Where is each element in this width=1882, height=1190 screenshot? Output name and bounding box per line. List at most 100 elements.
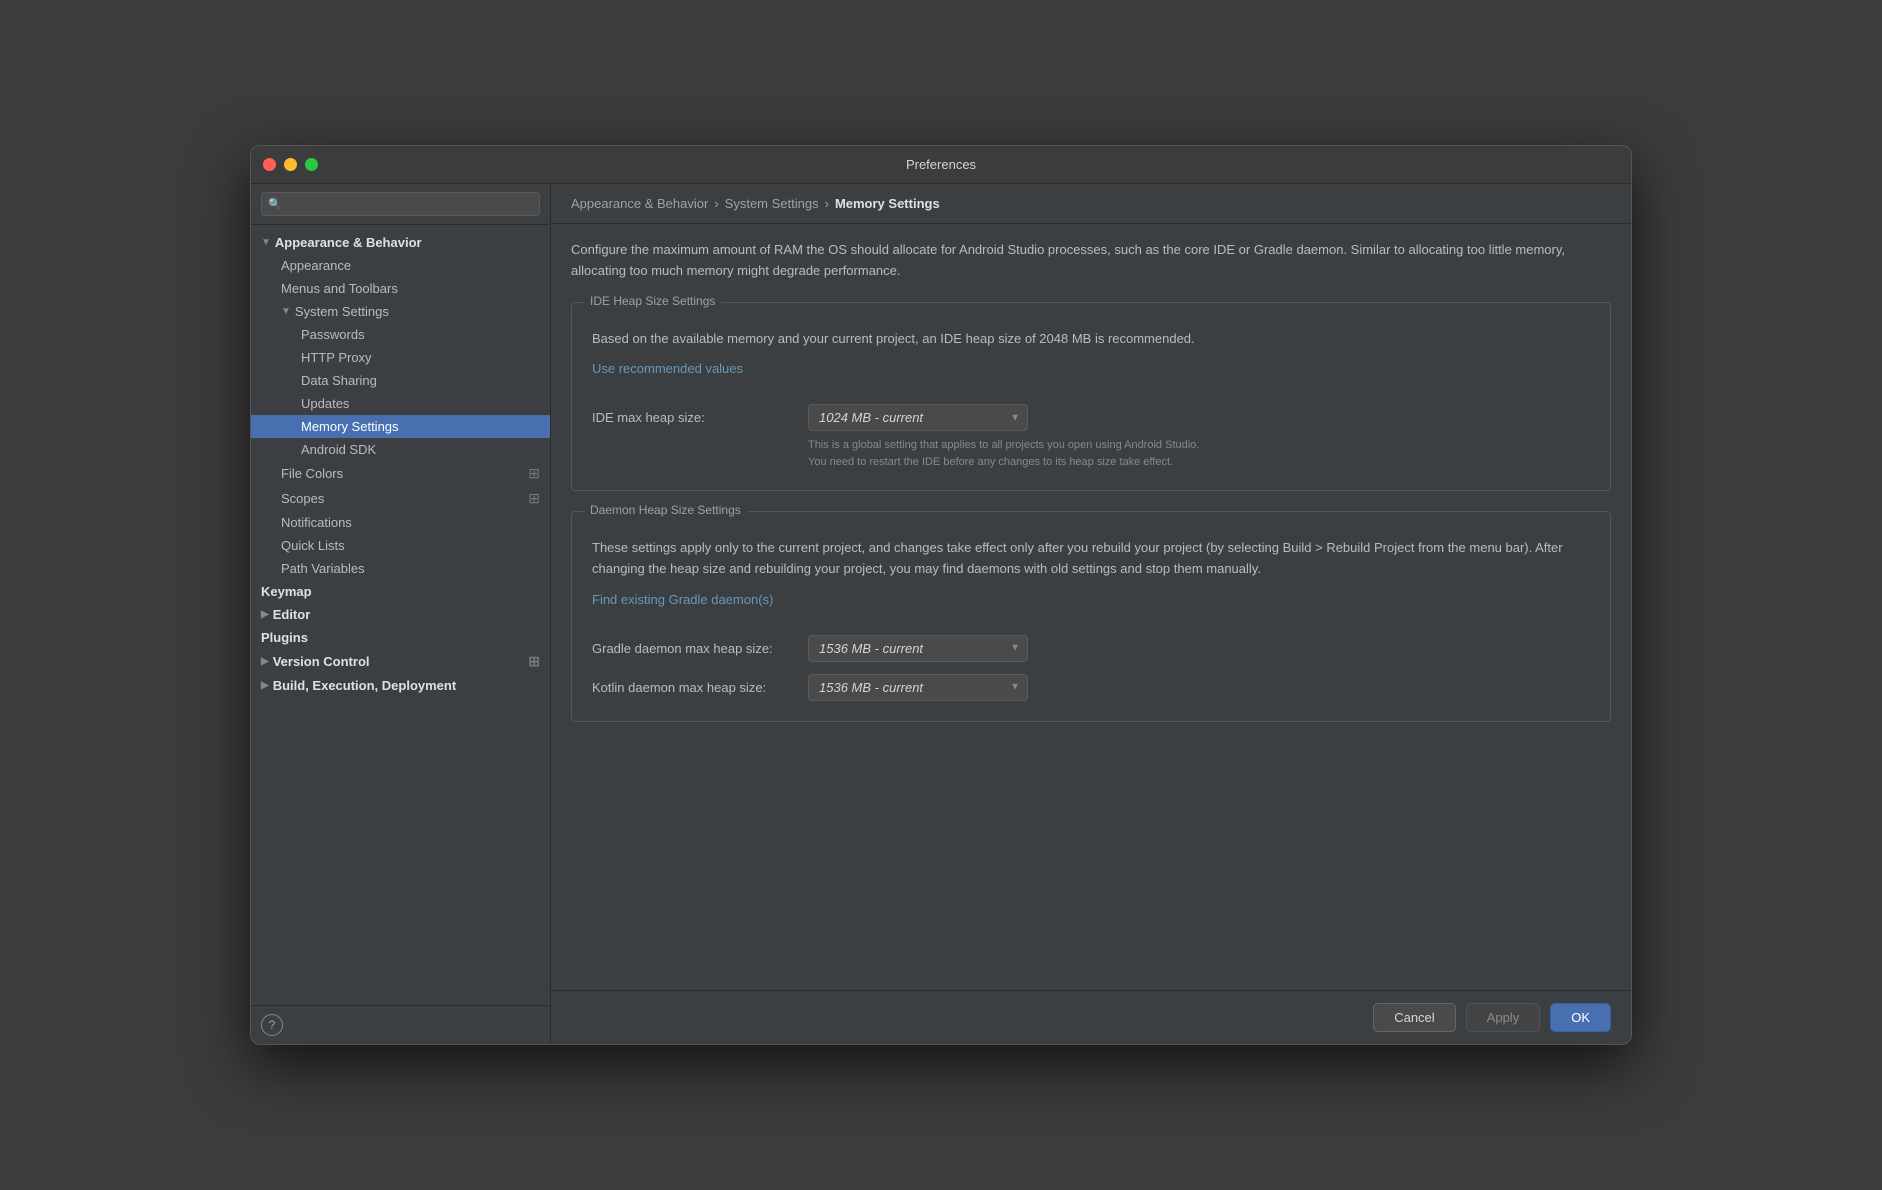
arrow-icon: ▼ — [281, 306, 291, 317]
kotlin-max-heap-select-wrapper: 750 MB 1024 MB 1536 MB - current 2048 MB… — [808, 674, 1028, 701]
kotlin-max-heap-select[interactable]: 750 MB 1024 MB 1536 MB - current 2048 MB… — [808, 674, 1028, 701]
nav-tree: ▼ Appearance & Behavior Appearance Menus… — [251, 225, 550, 1005]
preferences-window: Preferences 🔍 ▼ Appearance & Behavior Ap… — [250, 145, 1632, 1045]
sidebar-item-version-control[interactable]: ▶ Version Control ⊞ — [251, 649, 550, 674]
content-area: Configure the maximum amount of RAM the … — [551, 224, 1631, 990]
ok-button[interactable]: OK — [1550, 1003, 1611, 1032]
sidebar-item-notifications[interactable]: Notifications — [251, 511, 550, 534]
use-recommended-link[interactable]: Use recommended values — [592, 361, 743, 376]
sidebar-item-build-execution-deployment[interactable]: ▶ Build, Execution, Deployment — [251, 674, 550, 697]
sidebar-item-label: Plugins — [261, 630, 308, 645]
ide-heap-section-title: IDE Heap Size Settings — [584, 294, 721, 308]
breadcrumb-sep2: › — [825, 196, 829, 211]
sidebar-item-label: File Colors — [281, 466, 343, 481]
sidebar-item-editor[interactable]: ▶ Editor — [251, 603, 550, 626]
sidebar-item-keymap[interactable]: Keymap — [251, 580, 550, 603]
arrow-icon: ▶ — [261, 609, 269, 620]
sidebar-item-memory-settings[interactable]: Memory Settings — [251, 415, 550, 438]
sidebar-item-label: Version Control — [273, 654, 370, 669]
sidebar-item-label: Notifications — [281, 515, 352, 530]
settings-icon: ⊞ — [528, 653, 540, 670]
sidebar-item-label: Editor — [273, 607, 311, 622]
sidebar-item-http-proxy[interactable]: HTTP Proxy — [251, 346, 550, 369]
breadcrumb-part3: Memory Settings — [835, 196, 940, 211]
ide-heap-section: IDE Heap Size Settings Based on the avai… — [571, 302, 1611, 492]
search-container: 🔍 — [251, 184, 550, 225]
settings-icon: ⊞ — [528, 490, 540, 507]
gradle-max-heap-label: Gradle daemon max heap size: — [592, 641, 792, 656]
sidebar-item-label: Data Sharing — [301, 373, 377, 388]
ide-max-heap-select[interactable]: 750 MB 1024 MB - current 2048 MB 4096 MB — [808, 404, 1028, 431]
sidebar: 🔍 ▼ Appearance & Behavior Appearance Men… — [251, 184, 551, 1044]
sidebar-item-appearance-behavior[interactable]: ▼ Appearance & Behavior — [251, 231, 550, 254]
apply-button[interactable]: Apply — [1466, 1003, 1541, 1032]
footer: Cancel Apply OK — [551, 990, 1631, 1044]
window-controls — [263, 158, 318, 171]
arrow-icon: ▼ — [261, 237, 271, 248]
sidebar-item-updates[interactable]: Updates — [251, 392, 550, 415]
ide-max-heap-label: IDE max heap size: — [592, 410, 792, 425]
daemon-heap-section-title: Daemon Heap Size Settings — [584, 503, 747, 517]
arrow-icon: ▶ — [261, 656, 269, 667]
sidebar-bottom: ? — [251, 1005, 550, 1044]
main-content: Appearance & Behavior › System Settings … — [551, 184, 1631, 1044]
maximize-button[interactable] — [305, 158, 318, 171]
sidebar-item-appearance[interactable]: Appearance — [251, 254, 550, 277]
breadcrumb-part2: System Settings — [725, 196, 819, 211]
breadcrumb-part1: Appearance & Behavior — [571, 196, 708, 211]
gradle-heap-field-row: Gradle daemon max heap size: 750 MB 1024… — [592, 635, 1590, 662]
daemon-heap-section: Daemon Heap Size Settings These settings… — [571, 511, 1611, 722]
gradle-max-heap-select[interactable]: 750 MB 1024 MB 1536 MB - current 2048 MB… — [808, 635, 1028, 662]
sidebar-item-android-sdk[interactable]: Android SDK — [251, 438, 550, 461]
sidebar-item-label: Quick Lists — [281, 538, 345, 553]
sidebar-item-system-settings[interactable]: ▼ System Settings — [251, 300, 550, 323]
sidebar-item-data-sharing[interactable]: Data Sharing — [251, 369, 550, 392]
kotlin-heap-field-row: Kotlin daemon max heap size: 750 MB 1024… — [592, 674, 1590, 701]
sidebar-item-path-variables[interactable]: Path Variables — [251, 557, 550, 580]
sidebar-item-plugins[interactable]: Plugins — [251, 626, 550, 649]
kotlin-max-heap-label: Kotlin daemon max heap size: — [592, 680, 792, 695]
settings-icon: ⊞ — [528, 465, 540, 482]
cancel-button[interactable]: Cancel — [1373, 1003, 1455, 1032]
minimize-button[interactable] — [284, 158, 297, 171]
gradle-max-heap-select-wrapper: 750 MB 1024 MB 1536 MB - current 2048 MB… — [808, 635, 1028, 662]
title-bar: Preferences — [251, 146, 1631, 184]
help-button[interactable]: ? — [261, 1014, 283, 1036]
sidebar-item-label: Appearance & Behavior — [275, 235, 422, 250]
search-icon: 🔍 — [268, 198, 282, 211]
sidebar-item-label: Updates — [301, 396, 349, 411]
sidebar-item-label: Path Variables — [281, 561, 365, 576]
sidebar-item-label: HTTP Proxy — [301, 350, 372, 365]
ide-heap-section-body: Based on the available memory and your c… — [572, 309, 1610, 491]
search-input[interactable] — [261, 192, 540, 216]
ide-heap-desc: Based on the available memory and your c… — [592, 329, 1590, 350]
breadcrumb: Appearance & Behavior › System Settings … — [551, 184, 1631, 224]
sidebar-item-menus-toolbars[interactable]: Menus and Toolbars — [251, 277, 550, 300]
sidebar-item-label: Menus and Toolbars — [281, 281, 398, 296]
window-title: Preferences — [906, 157, 976, 172]
find-gradle-link[interactable]: Find existing Gradle daemon(s) — [592, 592, 773, 607]
breadcrumb-sep1: › — [714, 196, 718, 211]
sidebar-item-file-colors[interactable]: File Colors ⊞ — [251, 461, 550, 486]
sidebar-item-label: Passwords — [301, 327, 365, 342]
sidebar-item-label: Keymap — [261, 584, 312, 599]
sidebar-item-label: Appearance — [281, 258, 351, 273]
sidebar-item-label: System Settings — [295, 304, 389, 319]
main-description: Configure the maximum amount of RAM the … — [571, 240, 1611, 282]
ide-heap-hint: This is a global setting that applies to… — [808, 437, 1590, 470]
sidebar-item-label: Android SDK — [301, 442, 376, 457]
close-button[interactable] — [263, 158, 276, 171]
sidebar-item-label: Build, Execution, Deployment — [273, 678, 456, 693]
sidebar-item-quick-lists[interactable]: Quick Lists — [251, 534, 550, 557]
ide-heap-field-row: IDE max heap size: 750 MB 1024 MB - curr… — [592, 404, 1590, 431]
search-wrapper: 🔍 — [261, 192, 540, 216]
window-body: 🔍 ▼ Appearance & Behavior Appearance Men… — [251, 184, 1631, 1044]
sidebar-item-label: Memory Settings — [301, 419, 399, 434]
daemon-heap-section-body: These settings apply only to the current… — [572, 518, 1610, 721]
sidebar-item-label: Scopes — [281, 491, 324, 506]
ide-max-heap-select-wrapper: 750 MB 1024 MB - current 2048 MB 4096 MB… — [808, 404, 1028, 431]
sidebar-item-scopes[interactable]: Scopes ⊞ — [251, 486, 550, 511]
arrow-icon: ▶ — [261, 680, 269, 691]
sidebar-item-passwords[interactable]: Passwords — [251, 323, 550, 346]
daemon-heap-desc: These settings apply only to the current… — [592, 538, 1590, 580]
